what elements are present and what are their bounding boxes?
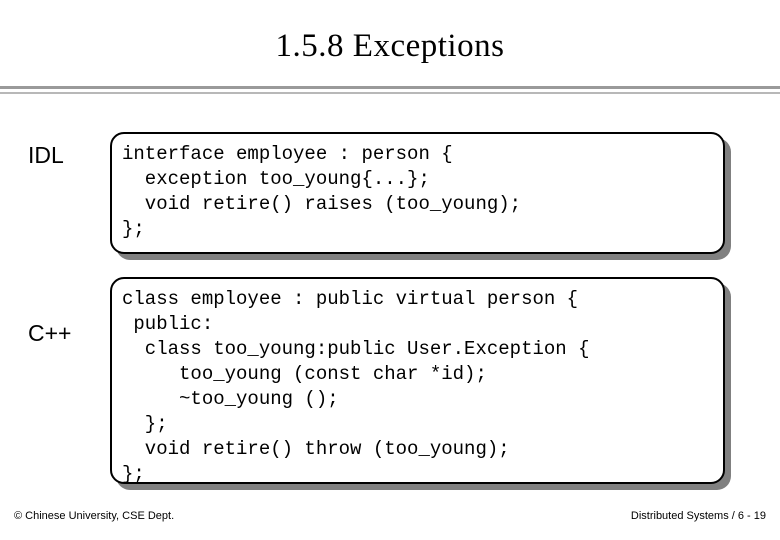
row-label-cpp: C++ (28, 320, 72, 346)
code-block-idl: interface employee : person { exception … (110, 132, 725, 254)
footer-copyright: © Chinese University, CSE Dept. (14, 510, 175, 522)
title-divider-lower (0, 92, 780, 94)
row-label-idl: IDL (28, 142, 64, 168)
title-divider-upper (0, 86, 780, 89)
page-title: 1.5.8 Exceptions (275, 28, 505, 64)
footer-pagination: Distributed Systems / 6 - 19 (630, 510, 766, 522)
code-block-cpp: class employee : public virtual person {… (110, 277, 725, 485)
slide: 1.5.8 Exceptions IDL interface employee … (0, 0, 780, 540)
